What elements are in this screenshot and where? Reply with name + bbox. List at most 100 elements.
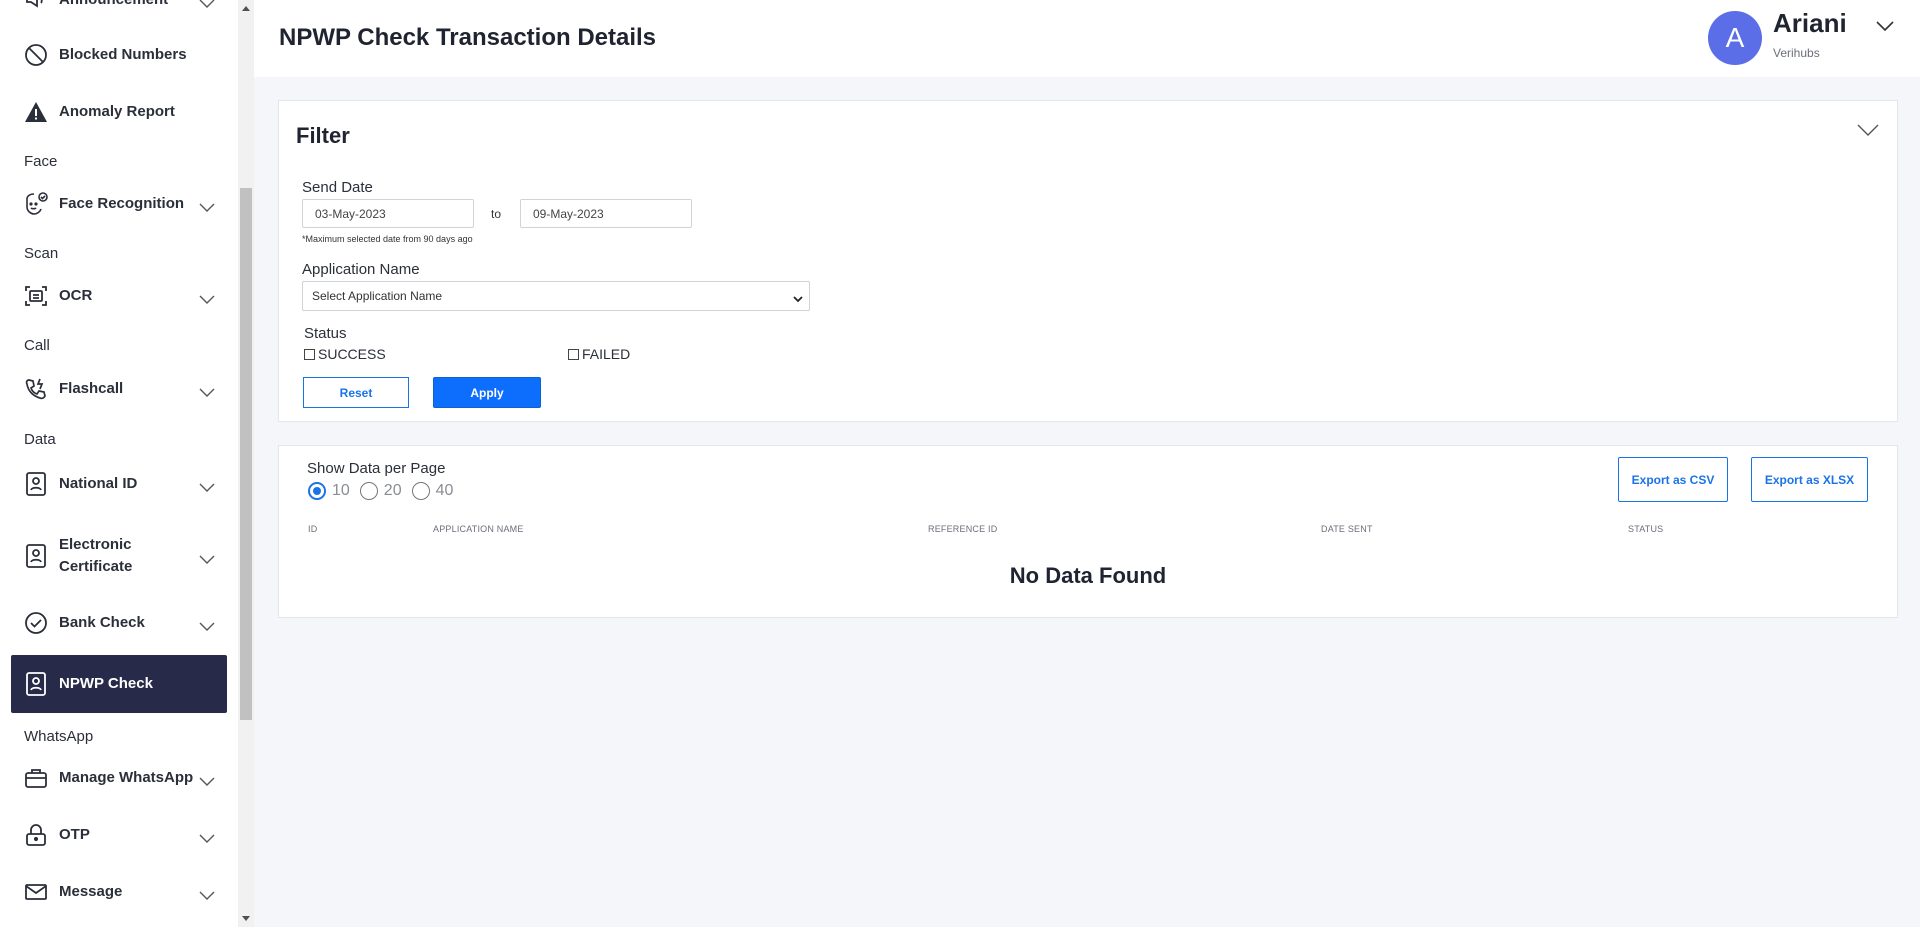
- chevron-down-icon[interactable]: [1876, 18, 1894, 36]
- radio-button[interactable]: [359, 482, 378, 500]
- section-label-whatsapp: WhatsApp: [24, 728, 94, 745]
- sidebar-item-label: Flashcall: [59, 380, 124, 397]
- sidebar-item-face-recognition[interactable]: Face Recognition: [11, 175, 227, 233]
- sidebar-item-blocked-numbers[interactable]: Blocked Numbers: [11, 26, 227, 84]
- sidebar-item-label: Announcement: [59, 0, 168, 11]
- radio-button[interactable]: [308, 482, 326, 500]
- per-page-radio-10[interactable]: 10: [308, 482, 350, 500]
- apply-button[interactable]: Apply: [433, 377, 541, 408]
- chevron-down-icon: [199, 830, 215, 848]
- filter-title: Filter: [296, 123, 350, 148]
- section-label-face: Face: [24, 153, 58, 170]
- column-header-reference-id[interactable]: REFERENCE ID: [928, 524, 997, 534]
- chevron-down-icon: [199, 773, 215, 791]
- chevron-down-icon: [199, 551, 215, 569]
- checkbox-box[interactable]: [568, 348, 579, 360]
- chevron-down-icon: [199, 618, 215, 636]
- lock-icon: [23, 822, 49, 848]
- sidebar-item-bank-check[interactable]: Bank Check: [11, 594, 227, 652]
- collapse-chevron-icon[interactable]: [1857, 123, 1879, 141]
- blocked-icon: [23, 42, 49, 68]
- sidebar-item-label: Blocked Numbers: [59, 46, 187, 63]
- reset-button[interactable]: Reset: [303, 377, 409, 408]
- sidebar-item-label: Certificate: [59, 558, 133, 575]
- chevron-down-icon: [199, 291, 215, 309]
- scroll-down-arrow-icon[interactable]: [242, 916, 250, 921]
- per-page-label: Show Data per Page: [307, 460, 446, 477]
- export-xlsx-button[interactable]: Export as XLSX: [1751, 457, 1868, 502]
- chevron-down-icon: [793, 292, 803, 306]
- sidebar-item-message[interactable]: Message: [11, 863, 227, 921]
- results-panel: Show Data per Page 10 20 40 Export as CS…: [278, 445, 1898, 618]
- status-failed-checkbox[interactable]: FAILED: [568, 346, 630, 362]
- megaphone-icon: [23, 0, 49, 13]
- mail-icon: [23, 879, 49, 905]
- application-name-select[interactable]: Select Application Name: [302, 281, 810, 311]
- date-hint: *Maximum selected date from 90 days ago: [302, 234, 473, 244]
- date-to-input[interactable]: 09-May-2023: [520, 199, 692, 228]
- sidebar-item-npwp-check[interactable]: NPWP Check: [11, 655, 227, 713]
- sidebar-item-label: National ID: [59, 475, 138, 492]
- sidebar-item-label: Electronic: [59, 536, 132, 553]
- column-header-status[interactable]: STATUS: [1628, 524, 1663, 534]
- column-header-application-name[interactable]: APPLICATION NAME: [433, 524, 524, 534]
- sidebar-item-manage-whatsapp[interactable]: Manage WhatsApp: [11, 749, 227, 807]
- warning-icon: [23, 99, 49, 125]
- sidebar-item-electronic-certificate[interactable]: Electronic Certificate: [11, 527, 227, 585]
- sidebar-item-ocr[interactable]: OCR: [11, 267, 227, 325]
- sidebar-item-label: NPWP Check: [59, 675, 153, 692]
- radio-button[interactable]: [411, 482, 430, 500]
- sidebar-item-otp[interactable]: OTP: [11, 806, 227, 864]
- column-header-id[interactable]: ID: [308, 524, 317, 534]
- send-date-label: Send Date: [302, 179, 373, 196]
- page-title: NPWP Check Transaction Details: [279, 24, 657, 51]
- id-card-icon: [23, 671, 49, 697]
- radio-label: 10: [332, 482, 350, 499]
- sidebar-item-label: Message: [59, 883, 123, 900]
- sidebar-item-announcement[interactable]: Announcement: [11, 0, 227, 29]
- sidebar-item-label: Bank Check: [59, 614, 145, 631]
- sidebar-item-label: Face Recognition: [59, 195, 185, 212]
- empty-state-message: No Data Found: [1009, 563, 1167, 588]
- section-label-data: Data: [24, 431, 56, 448]
- face-recognition-icon: [23, 191, 49, 217]
- sidebar-item-label-wrap: Electronic Certificate: [59, 534, 132, 578]
- chevron-down-icon: [199, 384, 215, 402]
- id-card-icon: [23, 471, 49, 497]
- radio-label: 20: [383, 482, 402, 499]
- checkbox-label: FAILED: [582, 346, 631, 362]
- top-header: NPWP Check Transaction Details A Ariani …: [254, 0, 1920, 77]
- application-name-label: Application Name: [302, 261, 420, 278]
- avatar[interactable]: A: [1708, 11, 1762, 65]
- sidebar-item-label: Anomaly Report: [59, 103, 175, 120]
- sidebar-item-national-id[interactable]: National ID: [11, 455, 227, 513]
- chevron-down-icon: [199, 199, 215, 217]
- date-from-input[interactable]: 03-May-2023: [302, 199, 474, 228]
- date-range-to-label: to: [491, 207, 502, 221]
- phone-icon: [23, 376, 49, 402]
- chevron-down-icon: [199, 0, 215, 13]
- checkbox-box[interactable]: [304, 348, 315, 360]
- per-page-radio-group: 10 20 40: [308, 482, 463, 500]
- sidebar-item-label: OTP: [59, 826, 90, 843]
- sidebar-item-anomaly-report[interactable]: Anomaly Report: [11, 83, 227, 141]
- filter-panel: Filter Send Date 03-May-2023 to 09-May-2…: [278, 100, 1898, 422]
- sidebar-scrollbar[interactable]: [238, 0, 254, 927]
- chevron-down-icon: [199, 479, 215, 497]
- scroll-up-arrow-icon[interactable]: [242, 6, 250, 11]
- user-name[interactable]: Ariani: [1773, 8, 1847, 39]
- per-page-radio-20[interactable]: 20: [359, 482, 402, 500]
- sidebar-item-flashcall[interactable]: Flashcall: [11, 360, 227, 418]
- scrollbar-thumb[interactable]: [240, 188, 252, 720]
- chevron-down-icon: [199, 887, 215, 905]
- radio-label: 40: [435, 482, 454, 499]
- export-csv-button[interactable]: Export as CSV: [1618, 457, 1728, 502]
- sidebar-item-label: Manage WhatsApp: [59, 769, 194, 786]
- sidebar: Announcement Blocked Numbers Anomaly Rep…: [0, 0, 254, 927]
- section-label-scan: Scan: [24, 245, 59, 262]
- column-header-date-sent[interactable]: DATE SENT: [1321, 524, 1373, 534]
- per-page-radio-40[interactable]: 40: [411, 482, 454, 500]
- sidebar-item-label: OCR: [59, 287, 93, 304]
- briefcase-icon: [23, 765, 49, 791]
- status-success-checkbox[interactable]: SUCCESS: [304, 346, 386, 362]
